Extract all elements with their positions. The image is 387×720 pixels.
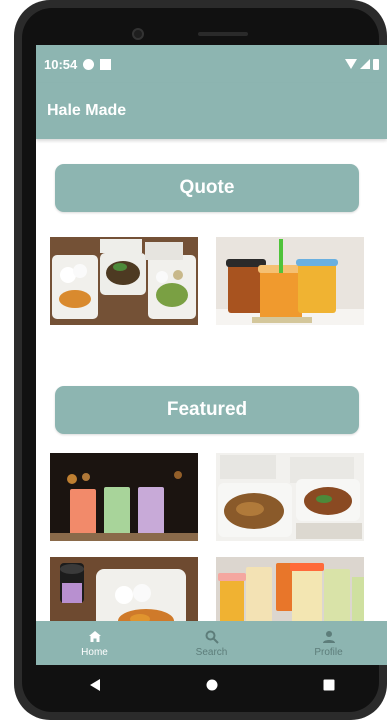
- system-recents-button[interactable]: [323, 679, 335, 691]
- home-circle-icon: [206, 679, 217, 691]
- quote-button[interactable]: Quote: [55, 164, 359, 212]
- food-photo-noodles[interactable]: [216, 453, 364, 541]
- home-icon: [88, 630, 101, 642]
- drinks-photo-boba[interactable]: [50, 453, 198, 541]
- home-content[interactable]: Quote Featured: [36, 139, 387, 621]
- nav-profile[interactable]: Profile: [270, 621, 387, 665]
- person-icon: [322, 630, 335, 643]
- earpiece-speaker: [198, 32, 248, 36]
- app-title: Hale Made: [47, 102, 127, 119]
- nav-search[interactable]: Search: [153, 621, 270, 665]
- food-photo-chicken-rice[interactable]: [50, 557, 198, 621]
- nav-home-label: Home: [81, 646, 108, 658]
- recents-square-icon: [323, 679, 334, 691]
- featured-button-label: Featured: [166, 399, 248, 420]
- status-bar: 10:54: [36, 45, 387, 83]
- search-icon: [205, 630, 219, 644]
- drinks-photo-lanai[interactable]: [216, 557, 364, 621]
- notification-icon: [83, 58, 95, 70]
- status-time: 10:54: [44, 56, 78, 72]
- phone-screen: 10:54 Hale Made Quote Featured Home Sear…: [36, 45, 387, 665]
- front-camera: [132, 28, 144, 40]
- battery-icon: [373, 58, 379, 70]
- food-photo-platters[interactable]: [50, 237, 198, 325]
- nav-profile-label: Profile: [314, 646, 343, 658]
- wifi-icon: [345, 59, 357, 69]
- system-home-button[interactable]: [206, 679, 218, 691]
- system-back-button[interactable]: [89, 679, 101, 691]
- signal-icon: [360, 59, 370, 69]
- featured-button[interactable]: Featured: [55, 386, 359, 434]
- quote-button-label: Quote: [179, 177, 235, 198]
- sim-card-icon: [100, 58, 112, 70]
- nav-home[interactable]: Home: [36, 621, 153, 665]
- system-navigation-bar: [36, 665, 387, 705]
- app-bar: Hale Made: [36, 83, 387, 139]
- bottom-navigation: Home Search Profile: [36, 621, 387, 665]
- drinks-photo-iced-tea[interactable]: [216, 237, 364, 325]
- nav-search-label: Search: [195, 646, 228, 658]
- back-triangle-icon: [89, 679, 100, 691]
